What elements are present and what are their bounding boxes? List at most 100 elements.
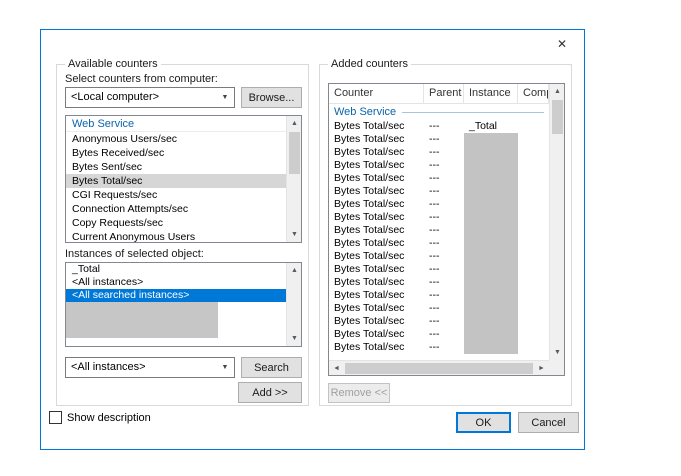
- table-cell: [518, 198, 549, 211]
- instances-label: Instances of selected object:: [65, 248, 204, 260]
- column-header-parent[interactable]: Parent: [424, 84, 464, 103]
- table-row[interactable]: Bytes Total/sec ---: [329, 250, 549, 263]
- scroll-up-icon[interactable]: ▲: [287, 263, 301, 278]
- counters-group-header[interactable]: Web Service ^: [66, 116, 301, 132]
- table-cell: [518, 328, 549, 341]
- select-computer-label: Select counters from computer:: [65, 73, 218, 85]
- instances-scrollbar[interactable]: ▲ ▼: [286, 263, 301, 346]
- table-cell: Bytes Total/sec: [334, 328, 405, 340]
- table-cell: ---: [429, 146, 440, 158]
- remove-button[interactable]: Remove <<: [328, 383, 390, 403]
- browse-button[interactable]: Browse...: [241, 87, 302, 108]
- counter-item[interactable]: Bytes Sent/sec: [66, 160, 286, 174]
- scrollbar-thumb[interactable]: [552, 100, 563, 134]
- table-row[interactable]: Bytes Total/sec ---: [329, 146, 549, 159]
- table-row[interactable]: Bytes Total/sec ---: [329, 328, 549, 341]
- table-cell: [464, 146, 518, 159]
- table-cell: [464, 224, 518, 237]
- counter-item[interactable]: Current Anonymous Users: [66, 230, 286, 242]
- table-hscrollbar[interactable]: ◄ ►: [329, 360, 549, 375]
- scrollbar-thumb[interactable]: [345, 363, 533, 374]
- counter-item[interactable]: CGI Requests/sec: [66, 188, 286, 202]
- table-row[interactable]: Bytes Total/sec ---: [329, 172, 549, 185]
- table-cell: [464, 133, 518, 146]
- table-cell: ---: [429, 198, 440, 210]
- table-row[interactable]: Bytes Total/sec ---: [329, 159, 549, 172]
- table-cell: [518, 315, 549, 328]
- table-cell: [464, 315, 518, 328]
- instance-item[interactable]: <All instances>: [66, 276, 286, 289]
- add-counters-dialog: ✕ Available counters Select counters fro…: [40, 29, 585, 450]
- scroll-left-icon[interactable]: ◄: [329, 361, 344, 376]
- table-cell: Bytes Total/sec: [334, 276, 405, 288]
- checkbox-box-icon[interactable]: [49, 411, 62, 424]
- column-header-counter[interactable]: Counter: [329, 84, 424, 103]
- table-row[interactable]: Bytes Total/sec ---: [329, 263, 549, 276]
- table-cell: Bytes Total/sec: [334, 198, 405, 210]
- column-header-computer[interactable]: Comp: [518, 84, 549, 103]
- instance-item[interactable]: <All searched instances>: [66, 289, 286, 302]
- table-row[interactable]: Bytes Total/sec ---: [329, 224, 549, 237]
- table-row[interactable]: Bytes Total/sec ---: [329, 315, 549, 328]
- cancel-button[interactable]: Cancel: [518, 412, 579, 433]
- show-description-checkbox[interactable]: Show description: [49, 411, 151, 424]
- instance-filter-combobox[interactable]: <All instances> ▼: [65, 357, 235, 378]
- counter-item[interactable]: Bytes Received/sec: [66, 146, 286, 160]
- table-cell: ---: [429, 133, 440, 145]
- scroll-down-icon[interactable]: ▼: [287, 227, 301, 242]
- table-cell: Bytes Total/sec: [334, 159, 405, 171]
- column-header-instance[interactable]: Instance: [464, 84, 518, 103]
- table-row[interactable]: Bytes Total/sec ---: [329, 276, 549, 289]
- scroll-up-icon[interactable]: ▲: [287, 116, 301, 131]
- search-button[interactable]: Search: [241, 357, 302, 378]
- table-row[interactable]: Bytes Total/sec ---: [329, 198, 549, 211]
- scroll-right-icon[interactable]: ►: [534, 361, 549, 376]
- table-row[interactable]: Bytes Total/sec ---: [329, 133, 549, 146]
- close-icon[interactable]: ✕: [548, 34, 576, 54]
- table-cell: ---: [429, 250, 440, 262]
- table-row[interactable]: Bytes Total/sec ---: [329, 211, 549, 224]
- counter-item[interactable]: Copy Requests/sec: [66, 216, 286, 230]
- scroll-down-icon[interactable]: ▼: [550, 345, 565, 360]
- chevron-down-icon[interactable]: ▼: [217, 359, 233, 376]
- added-counters-label: Added counters: [328, 58, 412, 70]
- table-cell: [518, 133, 549, 146]
- counters-scrollbar[interactable]: ▲ ▼: [286, 116, 301, 242]
- table-cell: Bytes Total/sec: [334, 315, 405, 327]
- added-counters-table: Counter Parent Instance Comp Web Service…: [328, 83, 565, 376]
- table-cell: [518, 172, 549, 185]
- table-cell: ---: [429, 159, 440, 171]
- table-cell: [518, 250, 549, 263]
- counters-items: Anonymous Users/sec Bytes Received/sec Byt…: [66, 132, 286, 242]
- table-cell: [464, 237, 518, 250]
- titlebar: ✕: [41, 30, 584, 56]
- chevron-down-icon[interactable]: ▼: [217, 89, 233, 106]
- table-row[interactable]: Bytes Total/sec --- _Total: [329, 120, 549, 133]
- table-cell: Bytes Total/sec: [334, 146, 405, 158]
- table-row[interactable]: Bytes Total/sec ---: [329, 341, 549, 354]
- counter-item[interactable]: Anonymous Users/sec: [66, 132, 286, 146]
- instance-item[interactable]: _Total: [66, 263, 286, 276]
- counter-item[interactable]: Connection Attempts/sec: [66, 202, 286, 216]
- counter-item[interactable]: Bytes Total/sec: [66, 174, 286, 188]
- table-cell: [518, 302, 549, 315]
- table-row[interactable]: Bytes Total/sec ---: [329, 302, 549, 315]
- table-cell: ---: [429, 328, 440, 340]
- table-vscrollbar[interactable]: ▲ ▼: [549, 84, 564, 360]
- table-row[interactable]: Bytes Total/sec ---: [329, 237, 549, 250]
- instances-gray-area: [66, 302, 218, 338]
- table-row[interactable]: Bytes Total/sec ---: [329, 185, 549, 198]
- ok-button[interactable]: OK: [456, 412, 511, 433]
- table-cell: Bytes Total/sec: [334, 289, 405, 301]
- table-row[interactable]: Bytes Total/sec ---: [329, 289, 549, 302]
- scroll-up-icon[interactable]: ▲: [550, 84, 565, 99]
- table-cell: [518, 120, 549, 133]
- table-cell: [518, 289, 549, 302]
- table-cell: Bytes Total/sec: [334, 224, 405, 236]
- computer-combobox[interactable]: <Local computer> ▼: [65, 87, 235, 108]
- counters-group-header-label: Web Service: [72, 117, 135, 130]
- add-button[interactable]: Add >>: [238, 382, 302, 403]
- table-cell: ---: [429, 341, 440, 353]
- scrollbar-thumb[interactable]: [289, 132, 300, 174]
- scroll-down-icon[interactable]: ▼: [287, 331, 301, 346]
